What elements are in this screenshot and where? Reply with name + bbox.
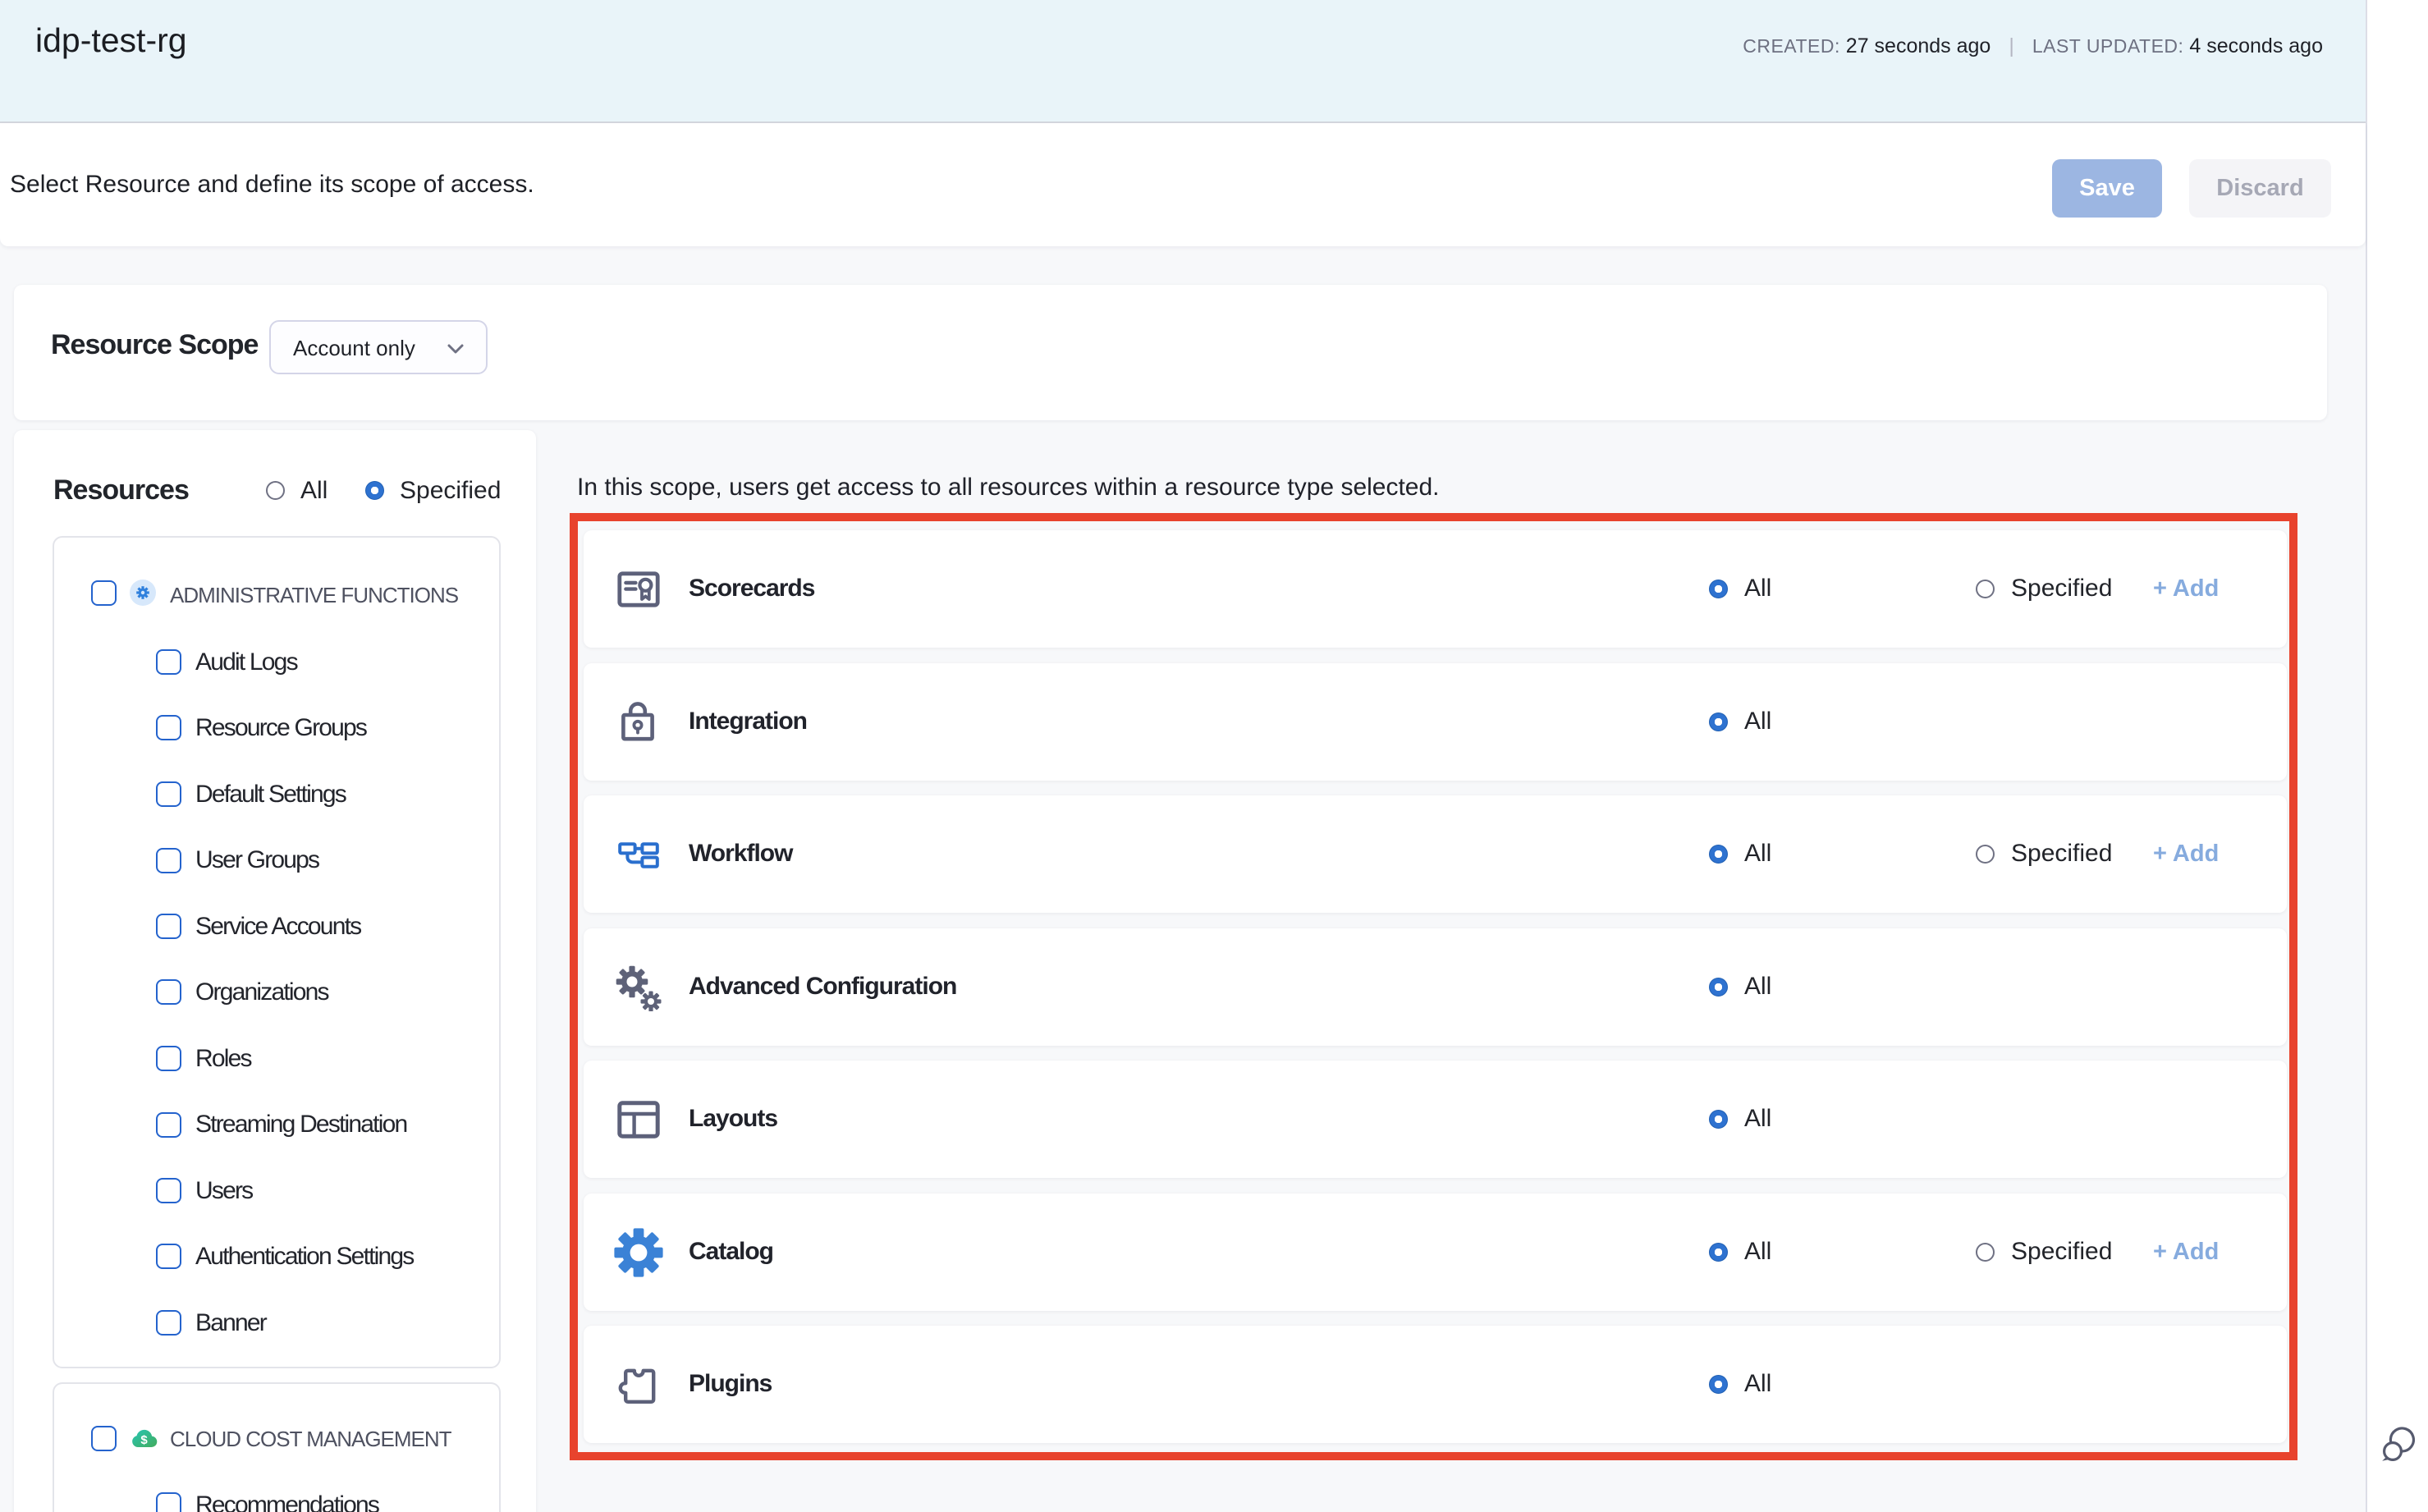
- svg-text:$: $: [140, 1433, 148, 1447]
